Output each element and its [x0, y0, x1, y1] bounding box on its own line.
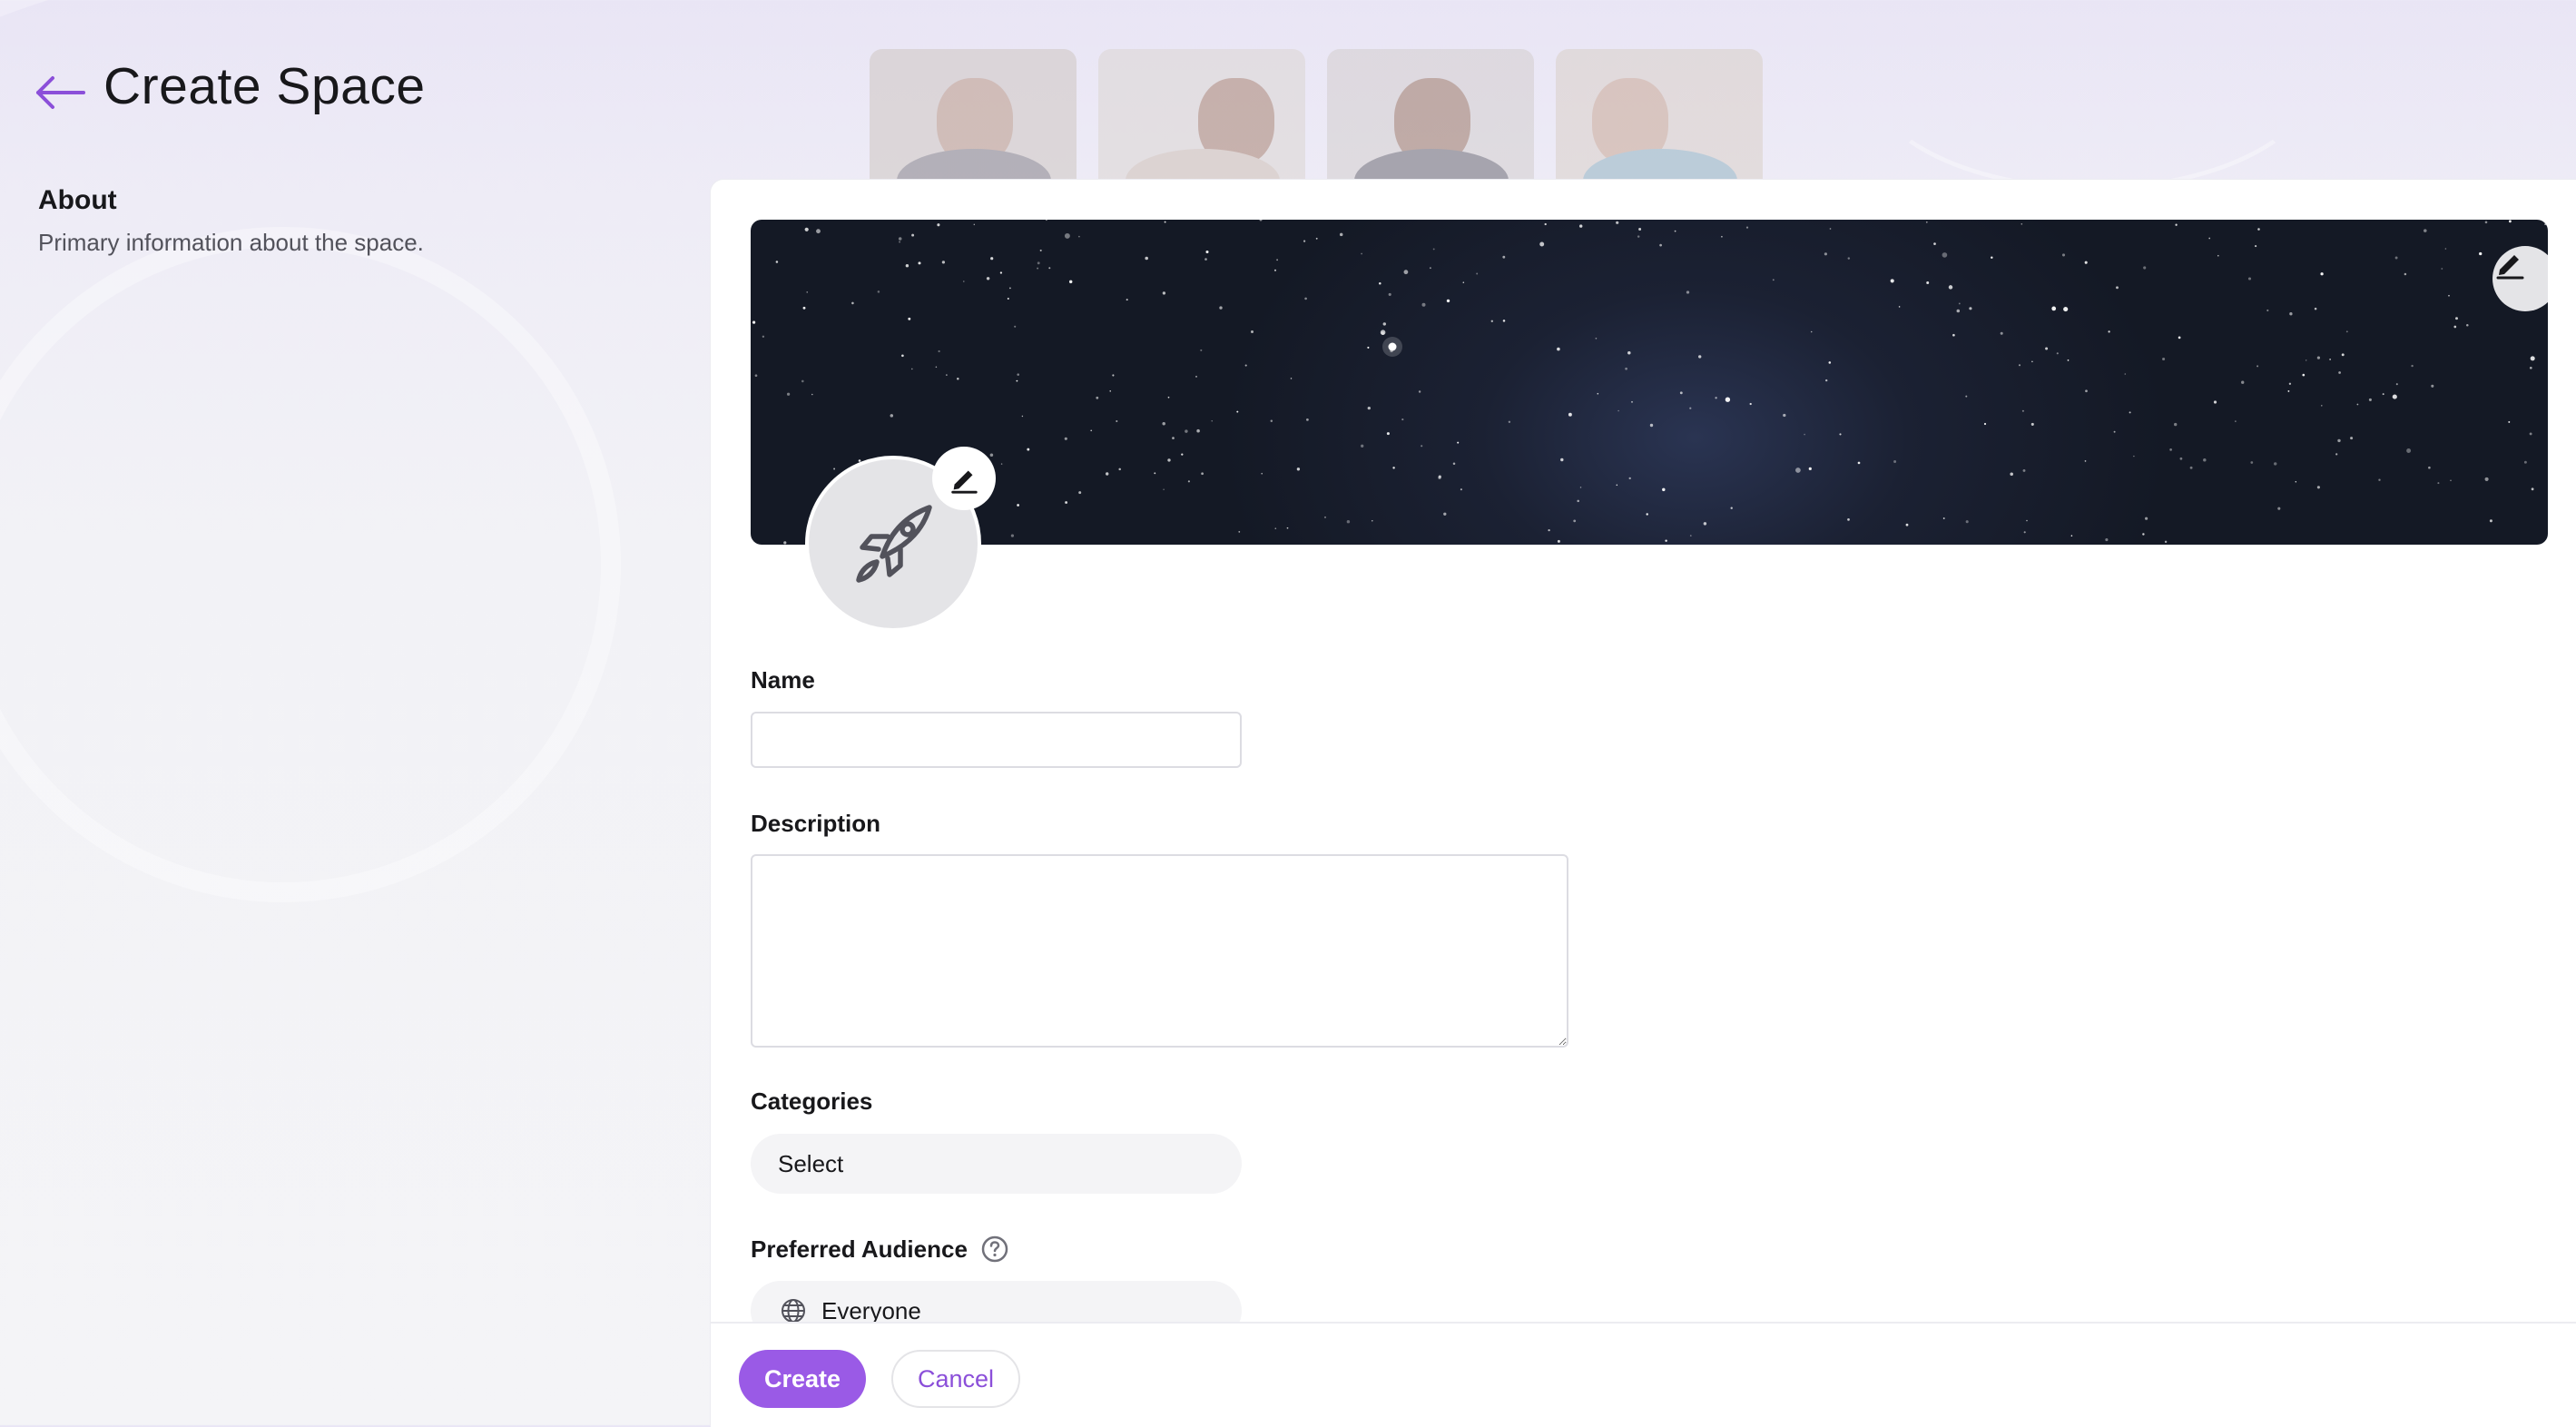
- categories-select[interactable]: Select: [751, 1134, 1242, 1194]
- background-photos: [870, 49, 1763, 185]
- background-photo: [1556, 49, 1763, 185]
- pencil-icon: [951, 470, 978, 494]
- name-label: Name: [751, 666, 815, 694]
- create-button[interactable]: Create: [739, 1350, 866, 1408]
- background-decoration: [1861, 0, 2324, 191]
- form-card: Name Description Categories Select Prefe…: [711, 180, 2576, 1425]
- name-input[interactable]: [751, 712, 1242, 768]
- description-label: Description: [751, 810, 881, 837]
- background-photo: [1327, 49, 1534, 185]
- globe-icon: [782, 1299, 805, 1323]
- rocket-icon: [856, 505, 932, 583]
- question-circle-icon[interactable]: [980, 1235, 1009, 1264]
- background-photo: [1098, 49, 1305, 185]
- section-title: About: [38, 185, 117, 215]
- categories-selected-value: Select: [778, 1149, 844, 1177]
- audience-selected-value: Everyone: [821, 1296, 921, 1324]
- edit-avatar-button[interactable]: [932, 447, 996, 510]
- audience-label: Preferred Audience: [751, 1235, 968, 1263]
- section-description: Primary information about the space.: [38, 229, 424, 256]
- form-footer: Create Cancel: [711, 1322, 2576, 1427]
- arrow-left-icon: [36, 76, 85, 109]
- categories-label: Categories: [751, 1087, 873, 1115]
- pencil-icon: [2496, 255, 2524, 280]
- cancel-button[interactable]: Cancel: [891, 1350, 1020, 1408]
- starfield: [752, 220, 2547, 545]
- background-photo: [870, 49, 1077, 185]
- audience-label-row: Preferred Audience: [751, 1235, 1009, 1264]
- page-title: Create Space: [103, 57, 426, 115]
- description-input[interactable]: [751, 854, 1568, 1048]
- back-button[interactable]: [34, 67, 87, 118]
- cover-image: [751, 220, 2548, 545]
